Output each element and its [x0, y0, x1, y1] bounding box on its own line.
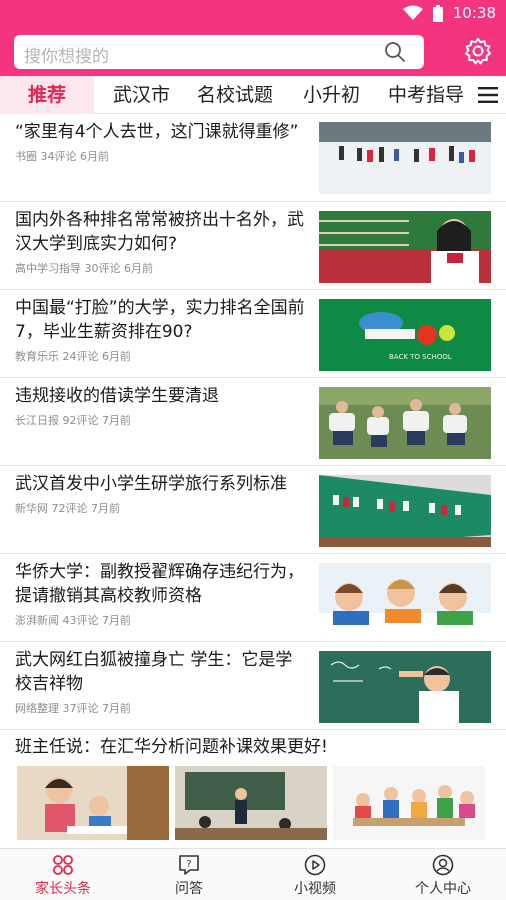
article-thumbnail: [319, 387, 491, 459]
tab-primary-to-middle[interactable]: 小升初: [303, 76, 360, 114]
article-thumbnail: BACK TO SCHOOL: [319, 299, 491, 371]
tab-recommend[interactable]: 推荐: [0, 76, 94, 114]
article-thumbnail: [319, 122, 491, 194]
search-icon[interactable]: [384, 41, 406, 63]
article-title: 国内外各种排名常常被挤出十名外，武汉大学到底实力如何?: [15, 210, 304, 254]
article-meta: 网络整理 37评论 7月前: [15, 702, 131, 715]
article-title: 华侨大学：副教授翟辉确存违纪行为，提请撤销其高校教师资格: [15, 562, 304, 606]
menu-icon[interactable]: [478, 86, 498, 104]
nav-label: 问答: [175, 881, 203, 897]
status-bar: 10:38: [0, 0, 506, 28]
svg-text:BACK TO SCHOOL: BACK TO SCHOOL: [389, 353, 452, 361]
article-title: “家里有4个人去世，这门课就得重修”: [15, 122, 299, 142]
tab-wuhan[interactable]: 武汉市: [113, 76, 170, 114]
bottom-nav: 家长头条 ? 问答 小视频 个人中心: [0, 848, 506, 900]
article-meta: 新华网 72评论 7月前: [15, 502, 120, 515]
multi-image-post-title[interactable]: 班主任说：在汇华分析问题补课效果更好!: [15, 732, 328, 757]
category-tabs: 推荐 武汉市 名校试题 小升初 中考指导: [0, 76, 506, 114]
nav-profile[interactable]: 个人中心: [380, 849, 506, 900]
tab-zhongkao-guide[interactable]: 中考指导: [388, 76, 464, 114]
article-title: 武大网红白狐被撞身亡 学生：它是学校吉祥物: [15, 650, 293, 694]
post-image: [333, 766, 485, 840]
article-meta: 澎湃新闻 43评论 7月前: [15, 614, 131, 627]
article-meta: 书圈 34评论 6月前: [15, 150, 109, 163]
list-item[interactable]: 华侨大学：副教授翟辉确存违纪行为，提请撤销其高校教师资格 澎湃新闻 43评论 7…: [0, 554, 506, 642]
battery-icon: [432, 4, 443, 22]
list-item[interactable]: 违规接收的借读学生要清退 长江日报 92评论 7月前: [0, 378, 506, 466]
profile-icon: [432, 854, 454, 876]
article-meta: 长江日报 92评论 7月前: [15, 414, 131, 427]
video-icon: [304, 854, 326, 876]
list-item[interactable]: “家里有4个人去世，这门课就得重修” 书圈 34评论 6月前: [0, 114, 506, 202]
list-item[interactable]: 武汉首发中小学生研学旅行系列标准 新华网 72评论 7月前: [0, 466, 506, 554]
svg-text:?: ?: [186, 859, 191, 870]
nav-qa[interactable]: ? 问答: [126, 849, 252, 900]
nav-label: 个人中心: [415, 881, 471, 897]
nav-label: 家长头条: [35, 881, 91, 897]
tab-school-exams[interactable]: 名校试题: [197, 76, 273, 114]
gear-icon[interactable]: [464, 37, 492, 65]
list-item[interactable]: 武大网红白狐被撞身亡 学生：它是学校吉祥物 网络整理 37评论 7月前: [0, 642, 506, 730]
qa-icon: ?: [179, 855, 199, 875]
app-header: 搜你想搜的: [0, 28, 506, 76]
headline-icon: [53, 855, 73, 875]
list-item[interactable]: 中国最“打脸”的大学，实力排名全国前7，毕业生薪资排在90? 教育乐乐 24评论…: [0, 290, 506, 378]
nav-headlines[interactable]: 家长头条: [0, 849, 126, 900]
wifi-icon: [402, 5, 423, 20]
article-meta: 教育乐乐 24评论 6月前: [15, 350, 131, 363]
search-input[interactable]: 搜你想搜的: [14, 35, 424, 69]
article-thumbnail: [319, 475, 491, 547]
article-thumbnail: [319, 211, 491, 283]
article-title: 武汉首发中小学生研学旅行系列标准: [15, 474, 287, 494]
post-image: [17, 766, 169, 840]
nav-short-video[interactable]: 小视频: [252, 849, 378, 900]
nav-label: 小视频: [294, 881, 336, 897]
article-title: 中国最“打脸”的大学，实力排名全国前7，毕业生薪资排在90?: [15, 298, 305, 342]
status-time: 10:38: [452, 4, 496, 22]
article-meta: 高中学习指导 30评论 6月前: [15, 262, 153, 275]
list-item[interactable]: 国内外各种排名常常被挤出十名外，武汉大学到底实力如何? 高中学习指导 30评论 …: [0, 202, 506, 290]
article-thumbnail: [319, 563, 491, 635]
article-title: 违规接收的借读学生要清退: [15, 386, 219, 406]
article-thumbnail: [319, 651, 491, 723]
search-placeholder: 搜你想搜的: [24, 47, 109, 67]
post-image: [175, 766, 327, 840]
